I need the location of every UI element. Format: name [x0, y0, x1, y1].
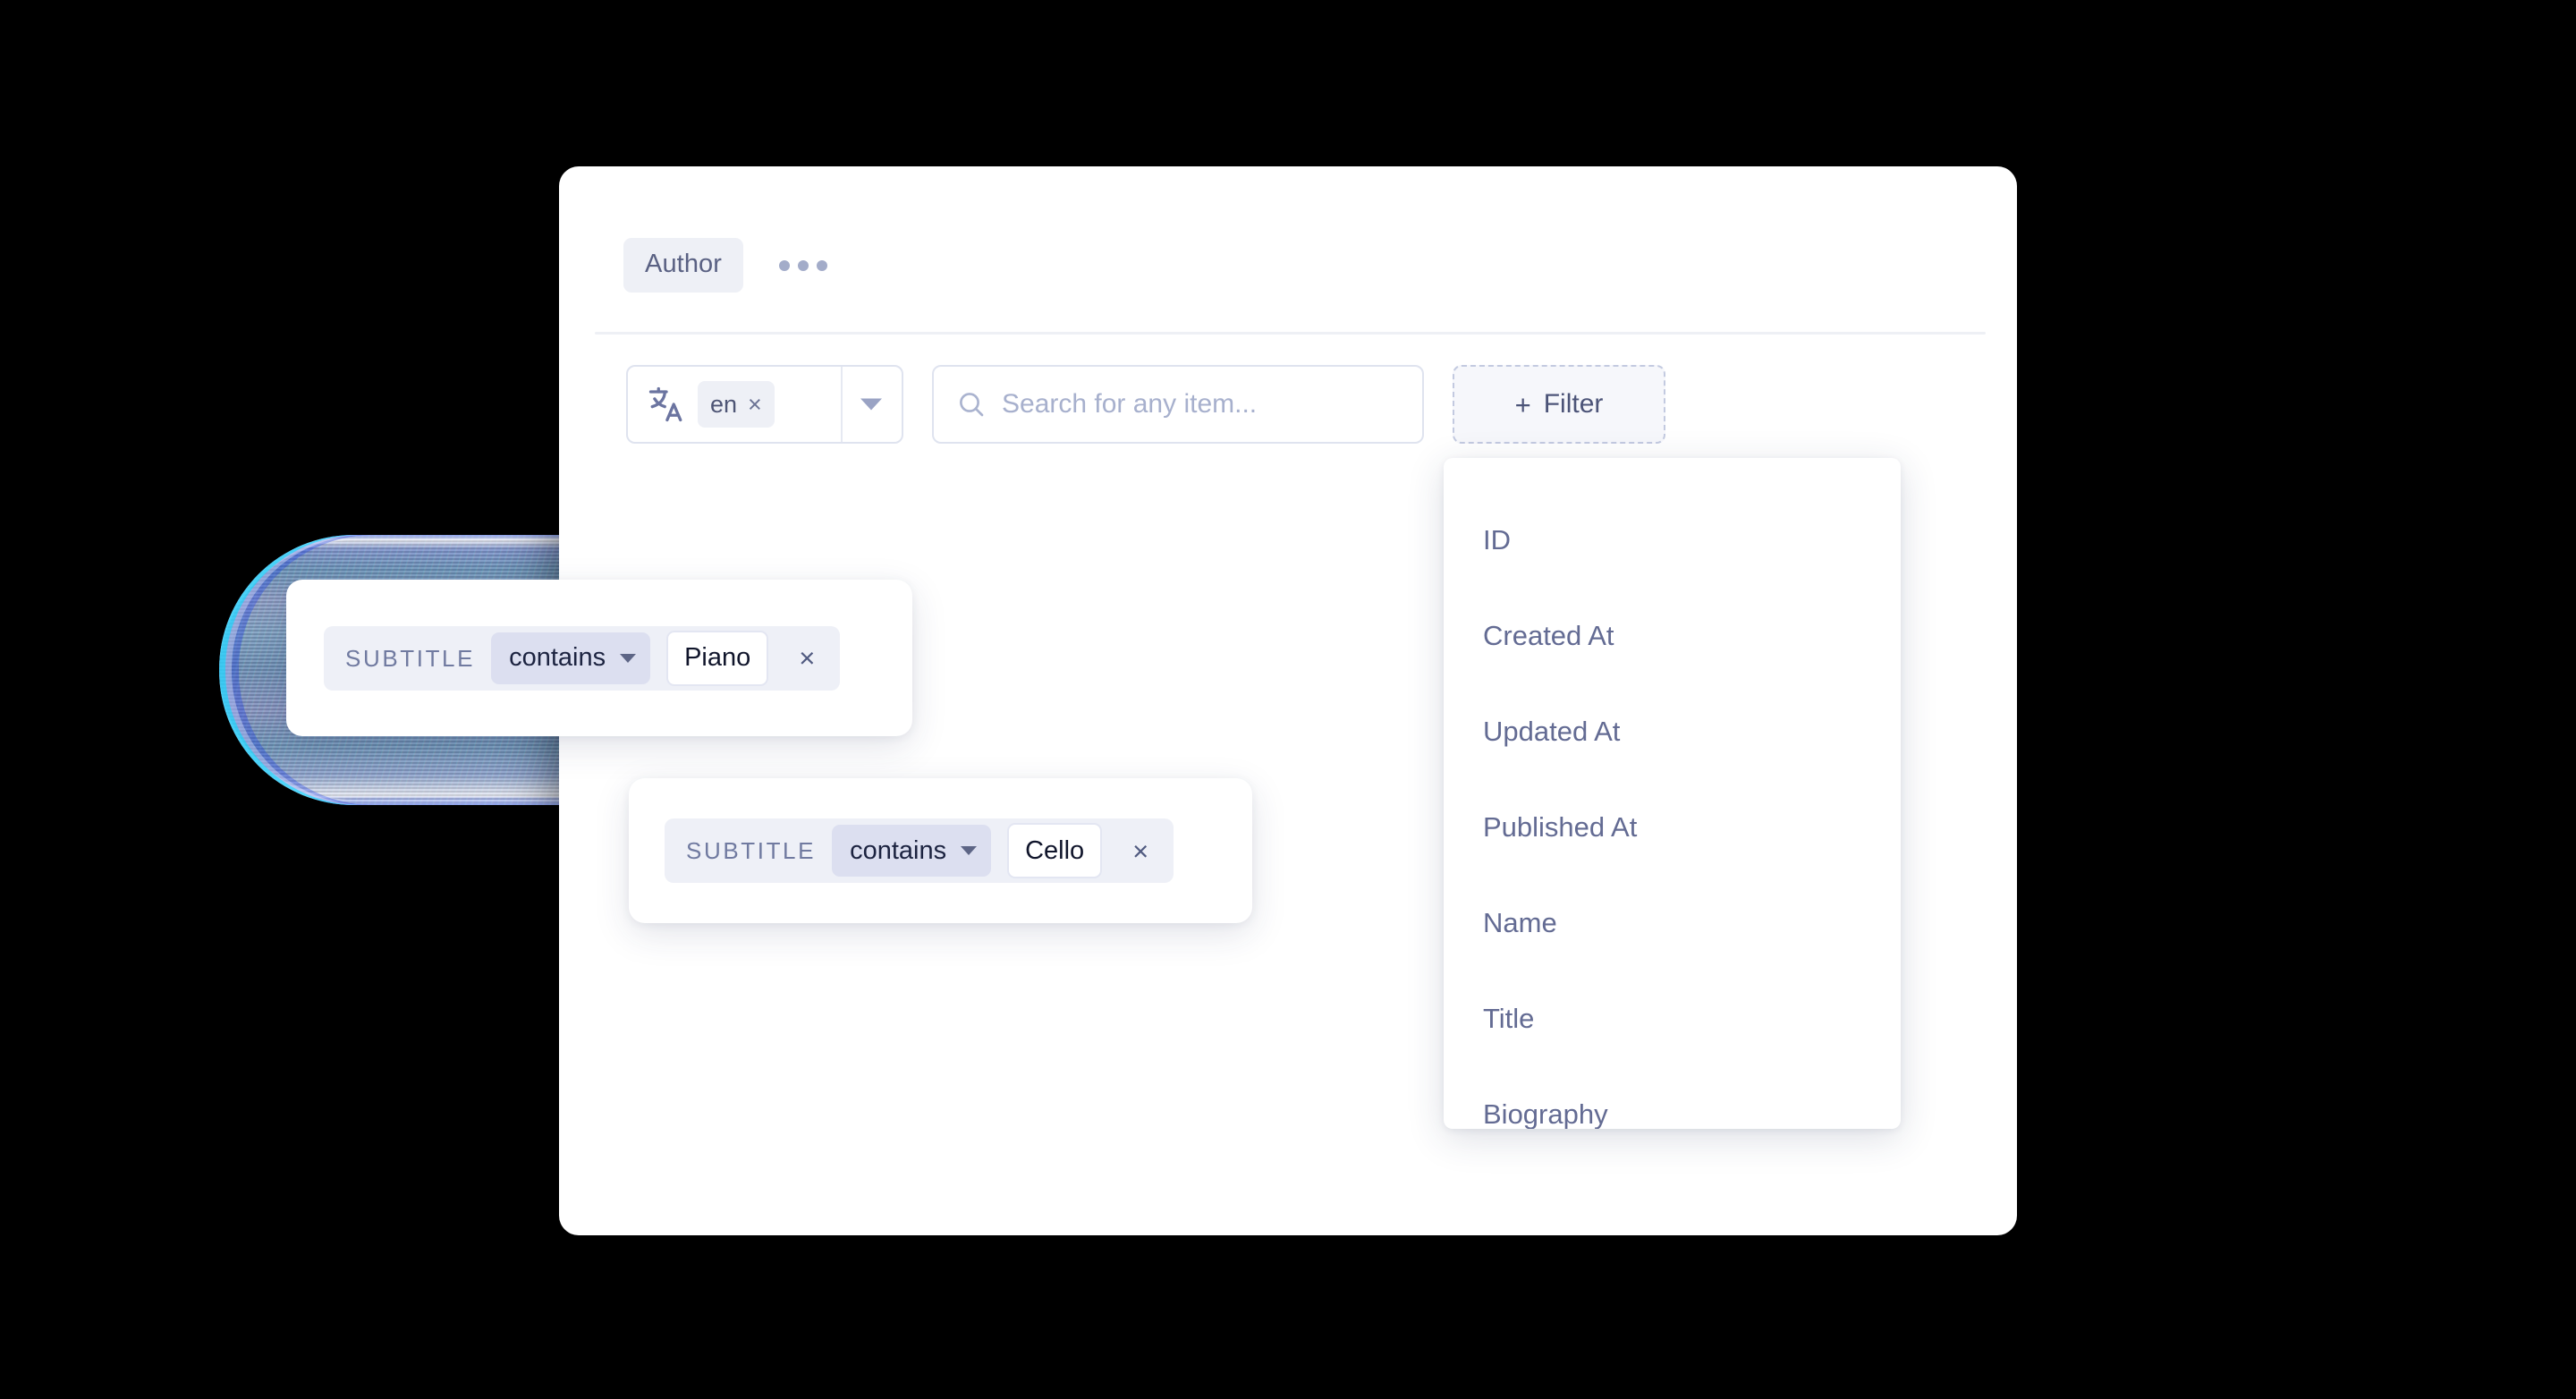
filter-card: SUBTITLE contains Cello ×: [629, 778, 1252, 923]
dropdown-item-updated-at[interactable]: Updated At: [1444, 683, 1901, 779]
ellipsis-dot: [798, 259, 809, 271]
filter-row: SUBTITLE contains Piano ×: [324, 625, 841, 691]
search-icon: [960, 393, 984, 417]
dropdown-item-name[interactable]: Name: [1444, 875, 1901, 971]
filter-operator-label: contains: [509, 643, 606, 672]
chevron-down-icon: [961, 846, 978, 855]
locale-select[interactable]: en ×: [626, 365, 903, 444]
remove-filter-icon[interactable]: ×: [784, 644, 826, 672]
chevron-down-icon[interactable]: [860, 398, 882, 411]
screenshot-stage: Author en × Search for any item... + Fil…: [0, 0, 2576, 1399]
translate-icon: [648, 386, 682, 422]
tab-strip: Author: [623, 238, 833, 293]
filter-operator-select[interactable]: contains: [491, 632, 651, 684]
filter-value-text: Piano: [684, 643, 751, 672]
search-box[interactable]: [932, 365, 1424, 444]
tab-author[interactable]: Author: [623, 238, 744, 293]
search-input[interactable]: [1002, 389, 1399, 420]
dropdown-item-published-at[interactable]: Published At: [1444, 779, 1901, 875]
filter-field-label: SUBTITLE: [686, 837, 817, 864]
dropdown-item-created-at[interactable]: Created At: [1444, 588, 1901, 683]
filter-value-input[interactable]: Cello: [1007, 823, 1103, 878]
filter-operator-label: contains: [850, 835, 947, 865]
ellipsis-dot: [817, 259, 828, 271]
close-icon[interactable]: ×: [748, 392, 762, 417]
header-divider: [595, 332, 1986, 335]
filter-operator-select[interactable]: contains: [832, 825, 992, 877]
dropdown-item-title[interactable]: Title: [1444, 971, 1901, 1066]
dropdown-item-id[interactable]: ID: [1444, 492, 1901, 588]
filter-row: SUBTITLE contains Cello ×: [665, 818, 1174, 883]
locale-divider: [841, 367, 843, 442]
filter-value-text: Cello: [1025, 835, 1085, 865]
filter-field-label: SUBTITLE: [345, 644, 476, 672]
locale-chip-label: en: [710, 390, 738, 418]
add-filter-button[interactable]: + Filter: [1453, 365, 1665, 444]
locale-chip: en ×: [698, 381, 775, 428]
toolbar: en × + Filter: [626, 365, 1665, 444]
dropdown-item-biography[interactable]: Biography: [1444, 1066, 1901, 1130]
field-dropdown-menu: ID Created At Updated At Published At Na…: [1444, 458, 1901, 1129]
remove-filter-icon[interactable]: ×: [1118, 837, 1159, 865]
plus-icon: +: [1514, 388, 1531, 420]
ellipsis-icon[interactable]: [774, 251, 833, 280]
add-filter-label: Filter: [1543, 389, 1604, 419]
ellipsis-dot: [779, 259, 791, 271]
filter-value-input[interactable]: Piano: [666, 630, 769, 686]
chevron-down-icon: [620, 653, 637, 663]
filter-card: SUBTITLE contains Piano ×: [286, 580, 912, 736]
